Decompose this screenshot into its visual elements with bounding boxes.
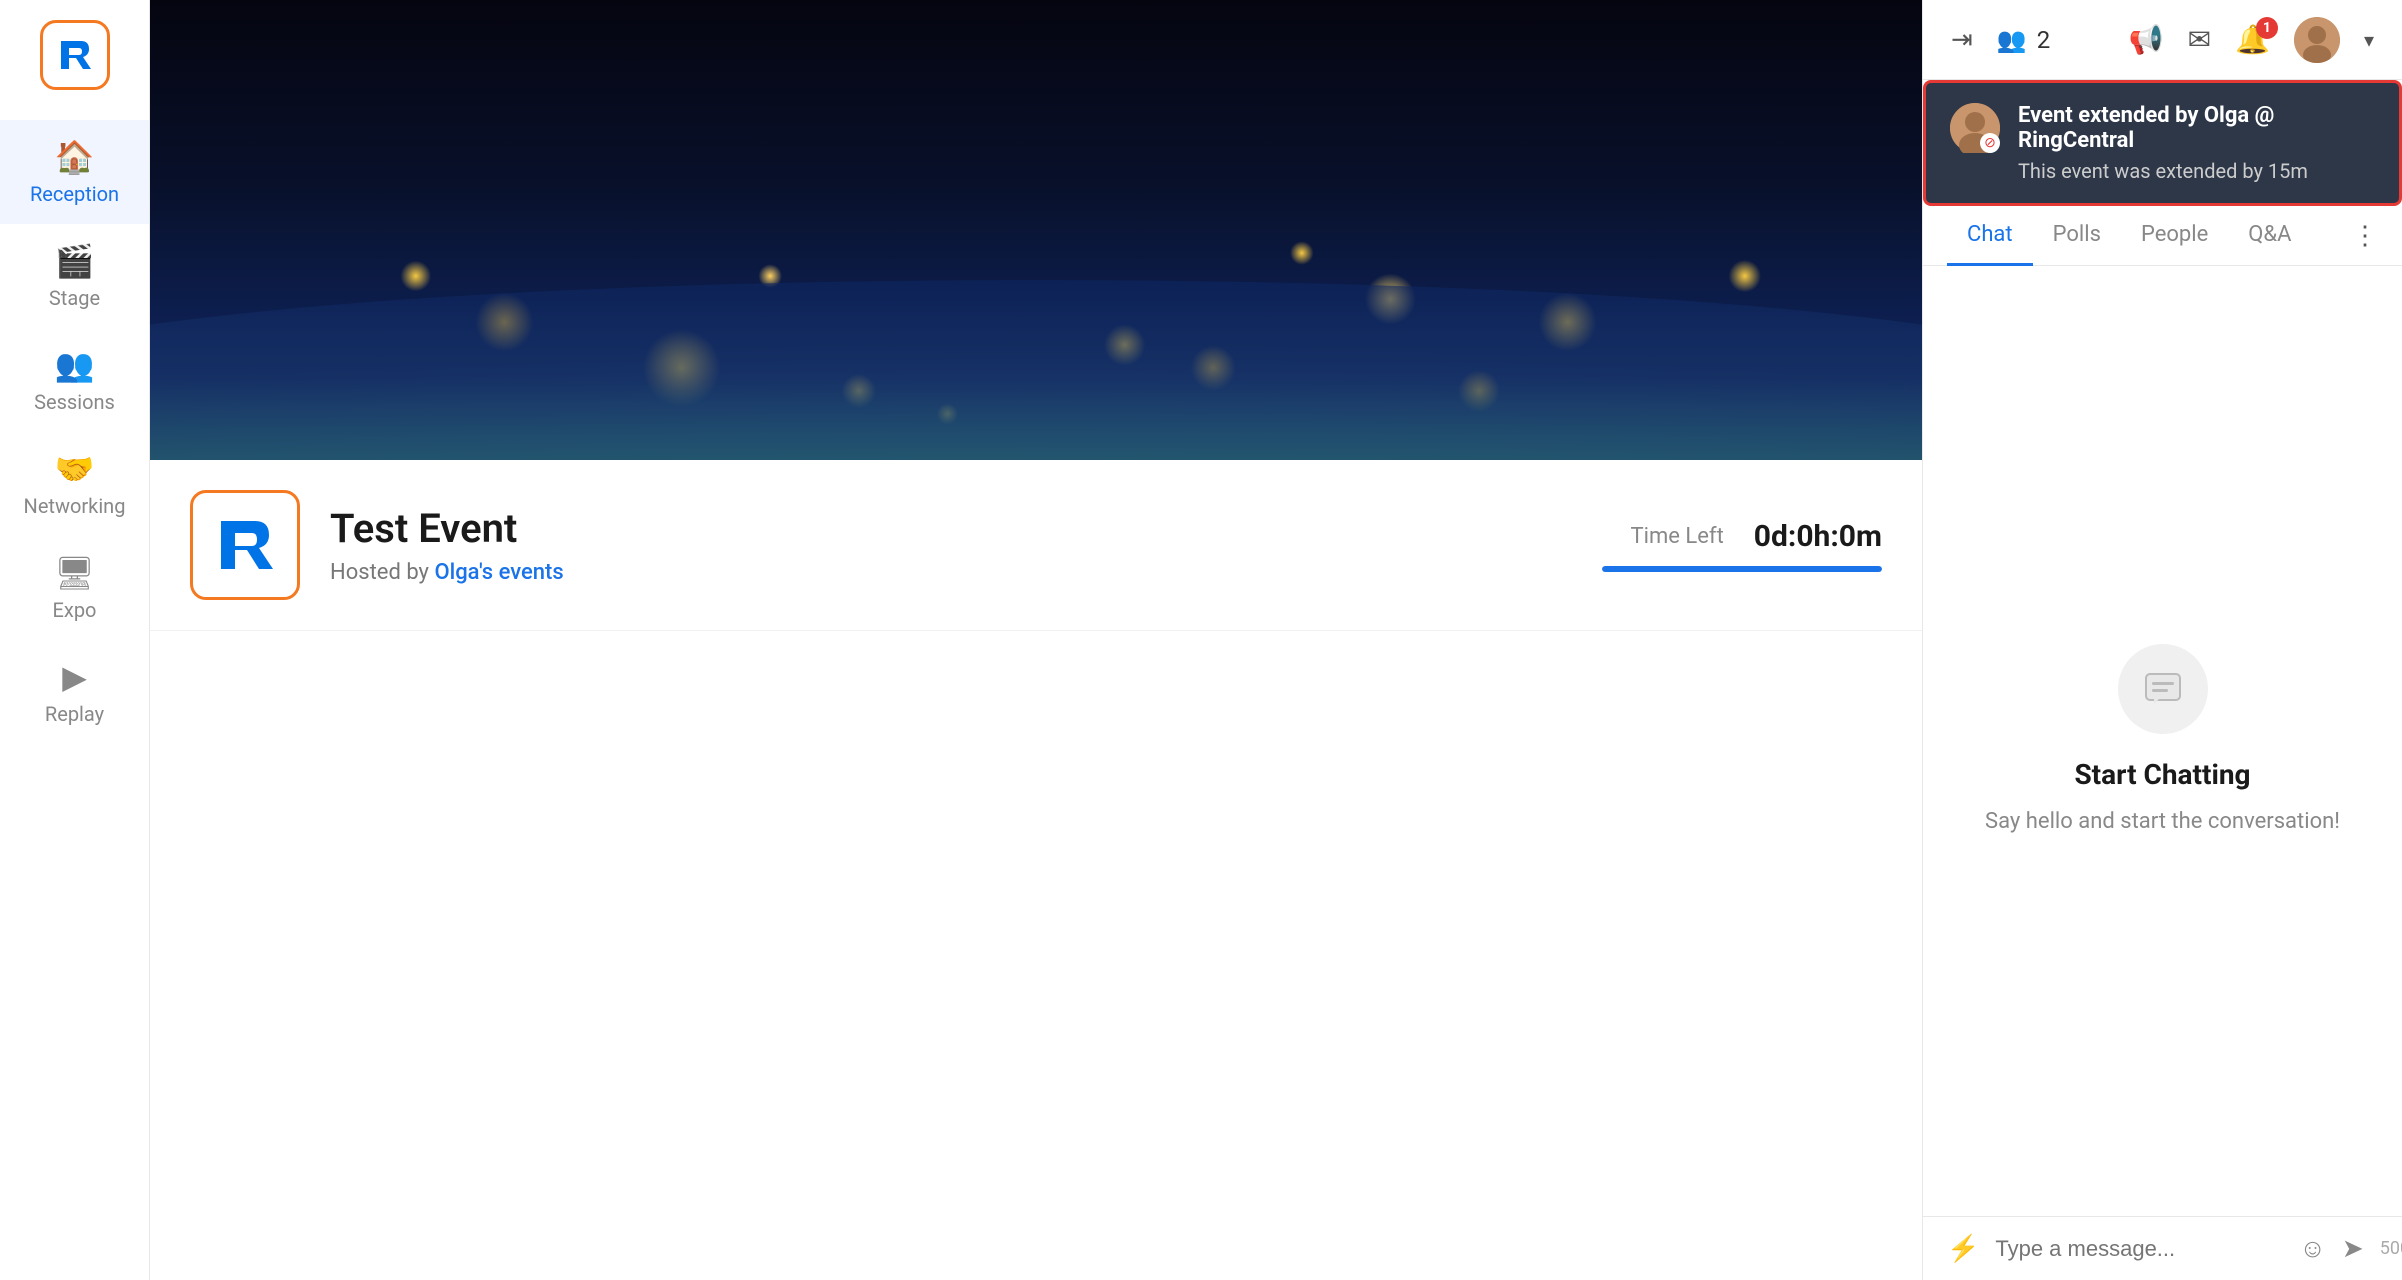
tab-people[interactable]: People — [2121, 207, 2228, 266]
tab-chat[interactable]: Chat — [1947, 207, 2033, 266]
sidebar-item-replay[interactable]: ▶ Replay — [0, 640, 149, 744]
sidebar-item-networking[interactable]: 🤝 Networking — [0, 432, 149, 536]
event-title: Test Event — [330, 505, 1562, 552]
sidebar-logo[interactable] — [40, 20, 110, 90]
count-value: 2 — [2037, 26, 2051, 54]
main-content: Test Event Hosted by Olga's events Time … — [150, 0, 1922, 1280]
people-icon: 👥 — [1997, 26, 2027, 54]
more-options-icon[interactable]: ⋮ — [2352, 221, 2378, 251]
sidebar-item-label: Replay — [45, 702, 104, 726]
timer-progress-fill — [1602, 566, 1882, 572]
expo-icon: 🖥 — [54, 554, 95, 592]
sidebar-item-label: Networking — [24, 494, 126, 518]
lightning-icon[interactable]: ⚡ — [1947, 1234, 1979, 1264]
bell-icon[interactable]: 🔔 1 — [2235, 23, 2270, 56]
clock-badge-icon: ⊘ — [1980, 133, 2000, 153]
top-bar-actions: 📢 ✉ 🔔 1 ▾ — [2129, 17, 2374, 63]
chat-empty-title: Start Chatting — [2074, 758, 2250, 791]
attendee-count: 👥 2 — [1997, 26, 2050, 54]
host-name: Olga's events — [434, 560, 563, 585]
sidebar-item-label: Stage — [49, 286, 100, 310]
char-count: 500 — [2380, 1238, 2402, 1259]
event-info-section: Test Event Hosted by Olga's events Time … — [150, 460, 1922, 631]
timer-progress-bar — [1602, 566, 1882, 572]
timer-label: Time Left — [1631, 524, 1724, 549]
sidebar: 🏠 Reception 🎬 Stage 👥 Sessions 🤝 Network… — [0, 0, 150, 1280]
timer-value: 0d:0h:0m — [1754, 519, 1882, 554]
exit-icon[interactable]: ⇥ — [1951, 25, 1973, 55]
sidebar-item-label: Sessions — [34, 390, 115, 414]
event-logo — [190, 490, 300, 600]
sidebar-item-expo[interactable]: 🖥 Expo — [0, 536, 149, 640]
send-icon[interactable]: ➤ — [2342, 1234, 2364, 1264]
megaphone-icon[interactable]: 📢 — [2129, 23, 2164, 56]
chevron-down-icon[interactable]: ▾ — [2364, 28, 2374, 52]
home-icon: 🏠 — [55, 138, 95, 176]
right-panel: ⇥ 👥 2 📢 ✉ 🔔 1 ▾ — [1922, 0, 2402, 1280]
notification-toast: ⊘ Event extended by Olga @ RingCentral T… — [1923, 80, 2402, 206]
sidebar-item-label: Reception — [30, 182, 119, 206]
sidebar-item-stage[interactable]: 🎬 Stage — [0, 224, 149, 328]
replay-icon: ▶ — [62, 658, 87, 696]
tab-qa[interactable]: Q&A — [2228, 207, 2311, 266]
sessions-icon: 👥 — [55, 346, 95, 384]
top-bar: ⇥ 👥 2 📢 ✉ 🔔 1 ▾ — [1923, 0, 2402, 80]
chat-area: Start Chatting Say hello and start the c… — [1923, 266, 2402, 1216]
tab-polls[interactable]: Polls — [2033, 207, 2121, 266]
chat-input-area: ⚡ ☺ ➤ 500 — [1923, 1216, 2402, 1280]
event-details: Test Event Hosted by Olga's events — [330, 505, 1562, 585]
panel-tabs: Chat Polls People Q&A ⋮ — [1923, 206, 2402, 266]
chat-empty-subtitle: Say hello and start the conversation! — [1985, 805, 2340, 838]
toast-message: This event was extended by 15m — [2018, 159, 2375, 183]
chat-input[interactable] — [1995, 1236, 2283, 1262]
event-timer: Time Left 0d:0h:0m — [1562, 519, 1882, 572]
networking-icon: 🤝 — [55, 450, 95, 488]
mail-icon[interactable]: ✉ — [2188, 23, 2211, 56]
sidebar-item-reception[interactable]: 🏠 Reception — [0, 120, 149, 224]
toast-content: Event extended by Olga @ RingCentral Thi… — [2018, 103, 2375, 183]
sidebar-item-label: Expo — [53, 598, 97, 622]
event-host: Hosted by Olga's events — [330, 560, 1562, 585]
avatar[interactable] — [2294, 17, 2340, 63]
notification-badge: 1 — [2256, 17, 2278, 39]
toast-title: Event extended by Olga @ RingCentral — [2018, 103, 2375, 153]
stage-icon: 🎬 — [55, 242, 95, 280]
emoji-icon[interactable]: ☺ — [2299, 1233, 2326, 1264]
toast-avatar: ⊘ — [1950, 103, 2000, 153]
chat-empty-icon — [2118, 644, 2208, 734]
hero-banner — [150, 0, 1922, 460]
sidebar-item-sessions[interactable]: 👥 Sessions — [0, 328, 149, 432]
